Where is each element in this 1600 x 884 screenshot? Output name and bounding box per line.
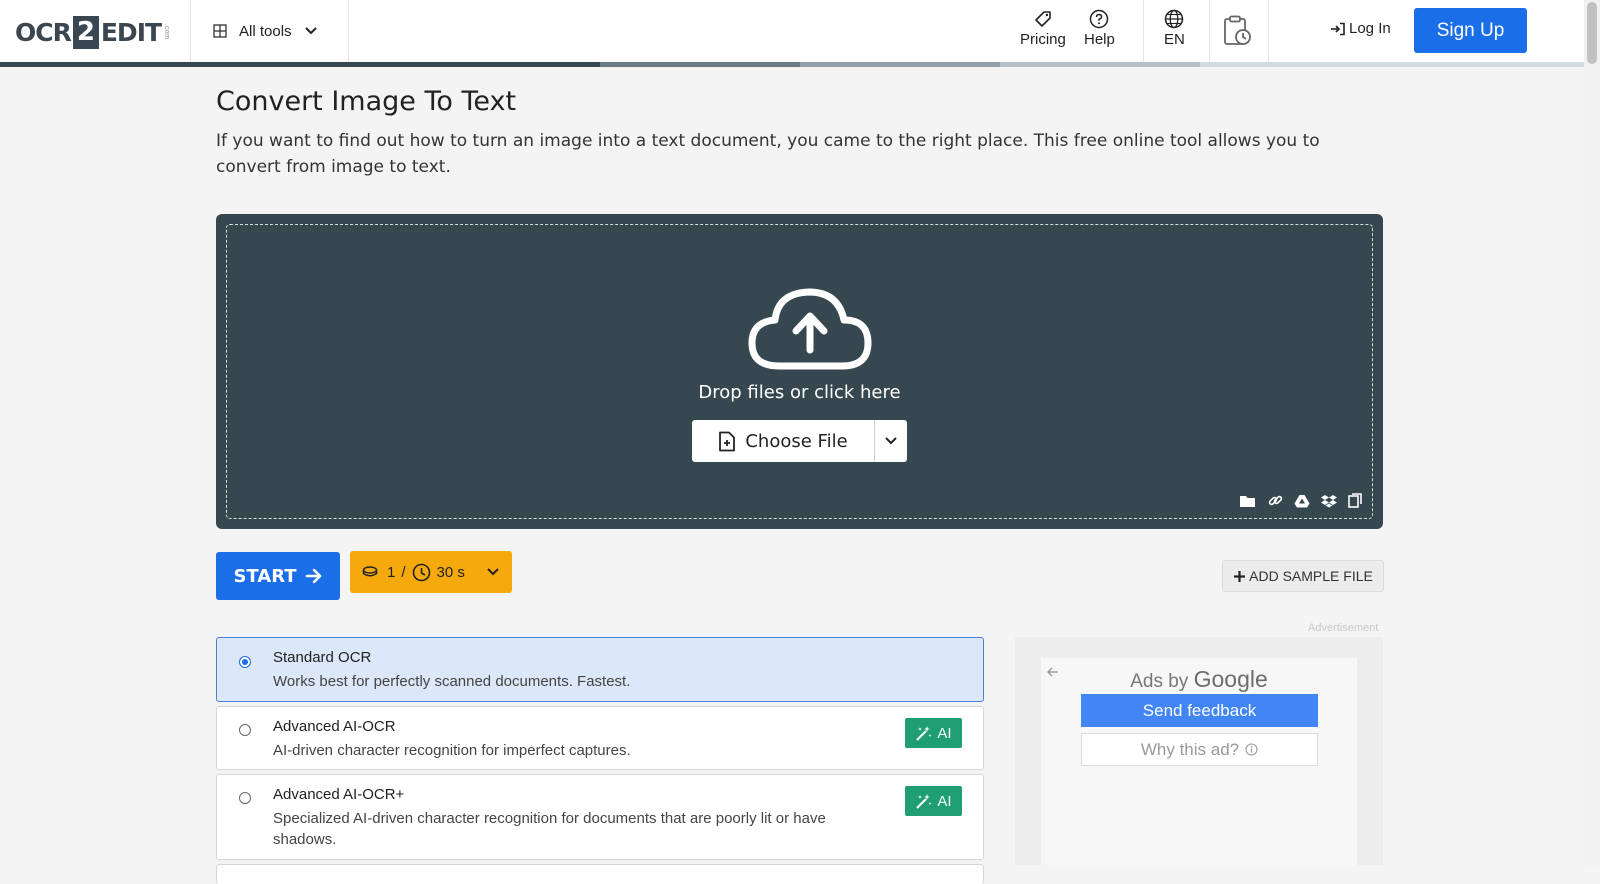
option-description: AI-driven character recognition for impe… <box>273 742 631 759</box>
clipboard-icon[interactable] <box>1348 493 1362 508</box>
help-label: Help <box>1084 31 1115 48</box>
page-description: If you want to find out how to turn an i… <box>216 131 1320 177</box>
file-plus-icon <box>718 431 736 452</box>
language-label: EN <box>1164 31 1185 48</box>
ad-panel: Ads by Google Send feedback Why this ad? <box>1015 637 1383 865</box>
help-link[interactable]: Help <box>1084 9 1115 48</box>
login-link[interactable]: Log In <box>1330 20 1391 37</box>
history-button[interactable] <box>1222 15 1252 49</box>
ai-badge: AI <box>905 786 962 816</box>
top-header: OCR 2 EDIT .com All tools Pricing Help E… <box>0 0 1600 62</box>
clipboard-clock-icon <box>1222 15 1252 49</box>
ocr-option-advanced-ai[interactable]: Advanced AI-OCR AI-driven character reco… <box>216 706 984 770</box>
login-label: Log In <box>1349 20 1391 37</box>
ocr-option-standard[interactable]: Standard OCR Works best for perfectly sc… <box>216 637 984 702</box>
ads-by-label: Ads by <box>1130 671 1189 692</box>
add-sample-label: ADD SAMPLE FILE <box>1249 568 1373 584</box>
header-divider <box>1268 0 1269 62</box>
ocr-option-next[interactable] <box>216 864 984 884</box>
ads-by-google: Ads by Google <box>1041 666 1357 693</box>
send-feedback-button[interactable]: Send feedback <box>1081 694 1318 727</box>
google-drive-icon[interactable] <box>1294 494 1310 508</box>
arrow-right-icon <box>305 568 323 584</box>
radio-standard-ocr[interactable] <box>239 656 251 668</box>
option-description: Specialized AI-driven character recognit… <box>273 810 826 848</box>
chevron-down-icon <box>304 26 318 36</box>
ocr2edit-logo[interactable]: OCR 2 EDIT .com <box>15 14 170 50</box>
all-tools-menu[interactable]: All tools <box>213 18 318 44</box>
option-title: Advanced AI-OCR <box>273 718 396 735</box>
ai-badge: AI <box>905 718 962 748</box>
header-divider <box>348 0 349 62</box>
upload-source-icons <box>1239 493 1362 508</box>
chevron-down-icon <box>884 436 898 446</box>
pricing-label: Pricing <box>1020 31 1066 48</box>
coins-icon <box>362 566 378 578</box>
header-divider <box>1143 0 1144 62</box>
logo-text-number: 2 <box>72 15 99 49</box>
google-wordmark: Google <box>1193 666 1268 692</box>
credits-count: 1 <box>387 563 396 581</box>
radio-advanced-ai-ocr[interactable] <box>239 724 251 736</box>
start-button[interactable]: START <box>216 552 340 600</box>
advertisement-label: Advertisement <box>1308 622 1379 634</box>
scrollbar-thumb[interactable] <box>1587 2 1597 64</box>
option-title: Advanced AI-OCR+ <box>273 786 405 803</box>
file-dropzone[interactable]: Drop files or click here Choose File <box>216 214 1383 529</box>
sign-in-icon <box>1330 22 1346 36</box>
radio-advanced-ai-ocr-plus[interactable] <box>239 792 251 804</box>
option-title: Standard OCR <box>273 649 372 666</box>
header-progress-strip <box>0 62 1600 67</box>
logo-text-suffix: .com <box>163 24 171 40</box>
credits-time: 30 s <box>436 563 465 581</box>
cloud-upload-icon <box>746 286 874 377</box>
logo-text-edit: EDIT <box>100 17 162 47</box>
dropbox-icon[interactable] <box>1321 494 1337 508</box>
page-scrollbar[interactable] <box>1584 0 1600 865</box>
folder-icon[interactable] <box>1239 494 1257 508</box>
chevron-down-icon <box>486 567 500 577</box>
credits-separator: / <box>401 563 406 581</box>
why-this-ad-label: Why this ad? <box>1140 739 1240 759</box>
price-tag-icon <box>1033 9 1053 31</box>
globe-icon <box>1164 9 1184 31</box>
magic-wand-icon <box>915 793 933 810</box>
start-label: START <box>233 565 297 587</box>
why-this-ad-button[interactable]: Why this ad? <box>1081 733 1318 766</box>
all-tools-label: All tools <box>239 22 292 40</box>
logo-text-ocr: OCR <box>15 17 72 47</box>
header-divider <box>1209 0 1210 62</box>
add-sample-file-button[interactable]: ADD SAMPLE FILE <box>1222 560 1384 592</box>
info-icon <box>1245 743 1258 756</box>
pricing-link[interactable]: Pricing <box>1020 9 1066 48</box>
google-ad-frame: Ads by Google Send feedback Why this ad? <box>1041 658 1357 865</box>
choose-file-dropdown[interactable] <box>874 420 907 462</box>
signup-button[interactable]: Sign Up <box>1414 8 1527 53</box>
link-icon[interactable] <box>1268 493 1283 508</box>
page-title: Convert Image To Text <box>216 86 517 117</box>
plus-icon <box>1233 570 1246 583</box>
header-divider <box>190 0 191 62</box>
language-selector[interactable]: EN <box>1164 9 1185 48</box>
credits-cost-dropdown[interactable]: 1 / 30 s <box>350 551 512 593</box>
dropzone-border: Drop files or click here Choose File <box>226 224 1373 519</box>
ai-badge-label: AI <box>937 792 952 810</box>
ai-badge-label: AI <box>937 724 952 742</box>
help-icon <box>1089 9 1109 31</box>
choose-file-label: Choose File <box>745 430 848 452</box>
choose-file-button-group: Choose File <box>692 420 907 462</box>
ocr-option-advanced-ai-plus[interactable]: Advanced AI-OCR+ Specialized AI-driven c… <box>216 774 984 860</box>
magic-wand-icon <box>915 725 933 742</box>
clock-icon <box>412 563 431 582</box>
choose-file-button[interactable]: Choose File <box>692 420 874 462</box>
grid-icon <box>213 24 227 38</box>
drop-files-text: Drop files or click here <box>698 382 901 403</box>
option-description: Works best for perfectly scanned documen… <box>273 673 631 690</box>
